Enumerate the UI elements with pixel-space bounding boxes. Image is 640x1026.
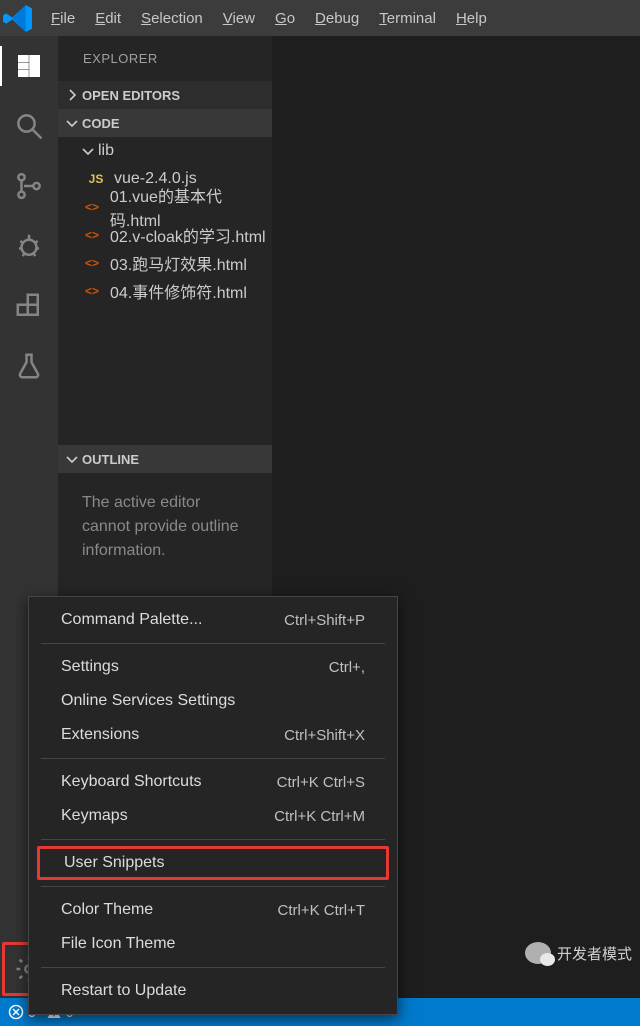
context-label: Keyboard Shortcuts	[61, 773, 202, 791]
wechat-icon	[525, 942, 551, 964]
file-name: 03.跑马灯效果.html	[110, 251, 247, 275]
context-item-file-icon-theme[interactable]: File Icon Theme	[37, 927, 389, 961]
panel-title: EXPLORER	[58, 36, 272, 81]
context-label: Keymaps	[61, 807, 128, 825]
outline-header[interactable]: OUTLINE	[58, 445, 272, 473]
context-shortcut: Ctrl+K Ctrl+S	[277, 774, 365, 791]
context-label: Restart to Update	[61, 982, 186, 1000]
settings-context-menu: Command Palette... Ctrl+Shift+P Settings Ct…	[28, 596, 398, 1015]
context-label: Settings	[61, 658, 119, 676]
tree-file[interactable]: <> 02.v-cloak的学习.html	[58, 221, 272, 249]
html-file-icon: <>	[80, 200, 104, 214]
context-label: File Icon Theme	[61, 935, 175, 953]
search-icon[interactable]	[0, 96, 58, 156]
menu-edit[interactable]: Edit	[85, 10, 131, 27]
context-shortcut: Ctrl+K Ctrl+M	[274, 808, 365, 825]
context-item-restart-to-update[interactable]: Restart to Update	[37, 974, 389, 1008]
wechat-label: 开发者模式	[557, 943, 632, 964]
menu-view[interactable]: View	[213, 10, 265, 27]
context-shortcut: Ctrl+Shift+X	[284, 727, 365, 744]
debug-icon[interactable]	[0, 216, 58, 276]
tree-file[interactable]: <> 03.跑马灯效果.html	[58, 249, 272, 277]
open-editors-label: OPEN EDITORS	[82, 88, 180, 103]
open-editors-header[interactable]: OPEN EDITORS	[58, 81, 272, 109]
chevron-down-icon	[64, 451, 80, 467]
context-item-keyboard-shortcuts[interactable]: Keyboard Shortcuts Ctrl+K Ctrl+S	[37, 765, 389, 799]
context-item-settings[interactable]: Settings Ctrl+,	[37, 650, 389, 684]
error-icon	[8, 1004, 24, 1020]
workspace-label: CODE	[82, 116, 120, 131]
context-separator	[41, 643, 385, 644]
folder-label: lib	[98, 142, 114, 160]
context-item-extensions[interactable]: Extensions Ctrl+Shift+X	[37, 718, 389, 752]
context-label: User Snippets	[64, 854, 165, 872]
menubar: FileEditSelectionViewGoDebugTerminalHelp	[0, 0, 640, 36]
outline-label: OUTLINE	[82, 452, 139, 467]
menu-terminal[interactable]: Terminal	[369, 10, 446, 27]
outline-empty-message: The active editor cannot provide outline…	[58, 473, 272, 581]
wechat-watermark: 开发者模式	[525, 942, 632, 964]
html-file-icon: <>	[80, 228, 104, 242]
body: 1 EXPLORER OPEN EDITORS CODE lib JS	[0, 36, 640, 998]
menu-help[interactable]: Help	[446, 10, 497, 27]
menu-debug[interactable]: Debug	[305, 10, 369, 27]
context-label: Online Services Settings	[61, 692, 235, 710]
context-item-user-snippets[interactable]: User Snippets	[37, 846, 389, 880]
context-label: Command Palette...	[61, 611, 202, 629]
context-separator	[41, 886, 385, 887]
html-file-icon: <>	[80, 256, 104, 270]
menu-go[interactable]: Go	[265, 10, 305, 27]
context-label: Color Theme	[61, 901, 153, 919]
explorer-icon[interactable]	[0, 36, 58, 96]
js-file-icon: JS	[84, 172, 108, 186]
context-label: Extensions	[61, 726, 139, 744]
chevron-down-icon	[64, 115, 80, 131]
context-item-command-palette[interactable]: Command Palette... Ctrl+Shift+P	[37, 603, 389, 637]
beaker-icon[interactable]	[0, 336, 58, 396]
file-tree: lib JSvue-2.4.0.js<>01.vue的基本代码.html<>02…	[58, 137, 272, 305]
context-separator	[41, 839, 385, 840]
context-shortcut: Ctrl+K Ctrl+T	[277, 902, 365, 919]
context-item-keymaps[interactable]: Keymaps Ctrl+K Ctrl+M	[37, 799, 389, 833]
tree-folder-lib[interactable]: lib	[58, 137, 272, 165]
menu-file[interactable]: File	[41, 10, 85, 27]
window: FileEditSelectionViewGoDebugTerminalHelp	[0, 0, 640, 1026]
menu-selection[interactable]: Selection	[131, 10, 213, 27]
tree-file[interactable]: <>01.vue的基本代码.html	[58, 193, 272, 221]
context-item-color-theme[interactable]: Color Theme Ctrl+K Ctrl+T	[37, 893, 389, 927]
context-item-online-services-settings[interactable]: Online Services Settings	[37, 684, 389, 718]
chevron-down-icon	[80, 143, 96, 159]
context-shortcut: Ctrl+Shift+P	[284, 612, 365, 629]
workspace-header[interactable]: CODE	[58, 109, 272, 137]
vscode-logo-icon	[2, 2, 35, 35]
file-name: 04.事件修饰符.html	[110, 279, 247, 303]
context-shortcut: Ctrl+,	[329, 659, 365, 676]
chevron-right-icon	[64, 87, 80, 103]
html-file-icon: <>	[80, 284, 104, 298]
context-separator	[41, 758, 385, 759]
source-control-icon[interactable]	[0, 156, 58, 216]
context-separator	[41, 967, 385, 968]
extensions-icon[interactable]	[0, 276, 58, 336]
tree-file[interactable]: <> 04.事件修饰符.html	[58, 277, 272, 305]
file-name: 02.v-cloak的学习.html	[110, 223, 266, 247]
